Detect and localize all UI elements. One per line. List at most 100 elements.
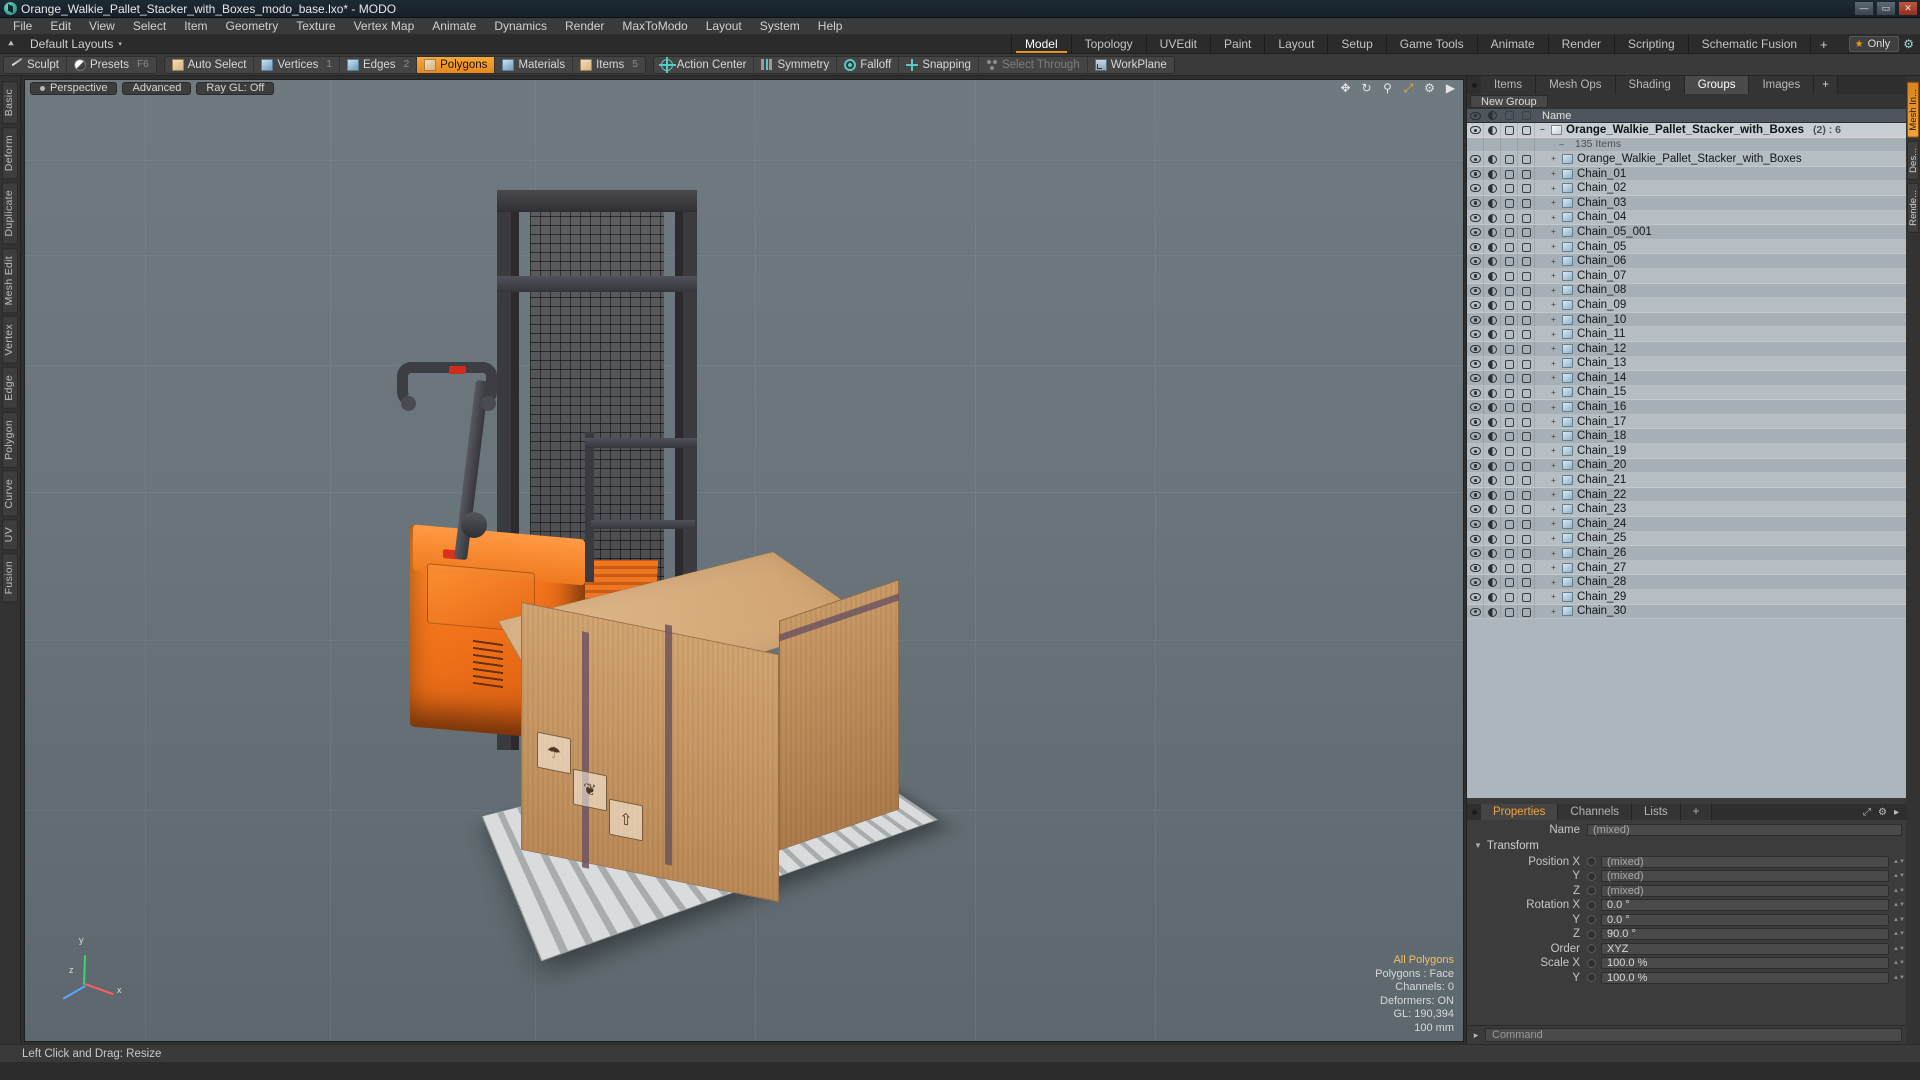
only-toggle-button[interactable]: ★ Only <box>1848 36 1900 52</box>
visibility-toggle[interactable] <box>1467 137 1484 152</box>
shade-toggle[interactable] <box>1484 327 1501 341</box>
visibility-toggle[interactable] <box>1467 429 1484 444</box>
lock-toggle[interactable] <box>1501 604 1518 619</box>
symmetry-button[interactable]: Symmetry <box>754 56 838 73</box>
property-value-field[interactable]: 0.0 ° <box>1601 913 1889 926</box>
expand-icon[interactable]: + <box>1549 300 1558 309</box>
expand-icon[interactable]: + <box>1549 198 1558 207</box>
expand-icon[interactable]: + <box>1549 461 1558 470</box>
col-shade-icon[interactable] <box>1484 109 1501 122</box>
expand-icon[interactable]: + <box>1549 359 1558 368</box>
transform-section-header[interactable]: ▼ Transform <box>1467 838 1906 855</box>
property-key-toggle[interactable] <box>1587 886 1596 896</box>
chevron-icon[interactable]: ▸ <box>1894 807 1899 818</box>
render-toggle[interactable] <box>1518 283 1535 298</box>
visibility-toggle[interactable] <box>1467 604 1484 619</box>
tab-layout[interactable]: Layout <box>1264 35 1328 53</box>
expand-icon[interactable]: + <box>1549 330 1558 339</box>
table-row[interactable]: + Chain_05_001 <box>1467 225 1906 240</box>
render-toggle[interactable] <box>1518 473 1535 487</box>
command-input[interactable]: Command <box>1485 1028 1902 1042</box>
render-toggle[interactable] <box>1518 414 1535 429</box>
table-row[interactable]: + Chain_15 <box>1467 385 1906 401</box>
render-toggle[interactable] <box>1518 210 1535 225</box>
lock-toggle[interactable] <box>1501 312 1518 327</box>
vertices-button[interactable]: Vertices 1 <box>254 56 340 73</box>
lock-toggle[interactable] <box>1501 137 1518 152</box>
shade-toggle[interactable] <box>1484 400 1501 414</box>
lock-toggle[interactable] <box>1501 166 1518 181</box>
property-value-field[interactable]: 100.0 % <box>1601 957 1889 970</box>
render-toggle[interactable] <box>1518 590 1535 604</box>
stepper-icon[interactable]: ▲▼ <box>1893 873 1905 879</box>
shade-toggle[interactable] <box>1484 590 1501 604</box>
tab-paint[interactable]: Paint <box>1210 35 1265 53</box>
render-toggle[interactable] <box>1518 166 1535 181</box>
expand-icon[interactable]: + <box>1549 578 1558 587</box>
render-toggle[interactable] <box>1518 341 1535 356</box>
table-row[interactable]: + Chain_09 <box>1467 298 1906 313</box>
render-toggle[interactable] <box>1518 356 1535 371</box>
lock-toggle[interactable] <box>1501 502 1518 517</box>
shade-toggle[interactable] <box>1484 137 1501 152</box>
viewport-advanced-dropdown[interactable]: Advanced <box>122 81 192 95</box>
stepper-icon[interactable]: ▲▼ <box>1893 931 1905 937</box>
table-row[interactable]: + Chain_02 <box>1467 181 1906 196</box>
property-value-field[interactable]: (mixed) <box>1601 870 1889 883</box>
table-row[interactable]: + Chain_25 <box>1467 531 1906 547</box>
property-key-toggle[interactable] <box>1587 958 1596 968</box>
render-toggle[interactable] <box>1518 458 1535 473</box>
visibility-toggle[interactable] <box>1467 341 1484 356</box>
visibility-toggle[interactable] <box>1467 590 1484 604</box>
gear-icon[interactable]: ⚙ <box>1878 807 1887 818</box>
right-tab-mesh-in[interactable]: Mesh In... <box>1907 82 1919 138</box>
shade-toggle[interactable] <box>1484 254 1501 268</box>
rp-tab-shading[interactable]: Shading <box>1615 76 1685 94</box>
table-row[interactable]: – Orange_Walkie_Pallet_Stacker_with_Boxes… <box>1467 123 1906 138</box>
presets-button[interactable]: Presets F6 <box>67 57 156 73</box>
render-toggle[interactable] <box>1518 239 1535 254</box>
render-toggle[interactable] <box>1518 560 1535 575</box>
property-key-toggle[interactable] <box>1587 857 1596 867</box>
property-key-toggle[interactable] <box>1587 871 1596 881</box>
left-tab-fusion[interactable]: Fusion <box>2 553 18 603</box>
shade-toggle[interactable] <box>1484 195 1501 210</box>
maximize-button[interactable]: ▭ <box>1876 1 1896 16</box>
shade-toggle[interactable] <box>1484 371 1501 385</box>
lock-toggle[interactable] <box>1501 298 1518 312</box>
render-toggle[interactable] <box>1518 298 1535 312</box>
expand-icon[interactable]: + <box>1549 505 1558 514</box>
render-toggle[interactable] <box>1518 604 1535 619</box>
left-tab-curve[interactable]: Curve <box>2 470 18 517</box>
shade-toggle[interactable] <box>1484 575 1501 589</box>
table-row[interactable]: + Chain_26 <box>1467 546 1906 561</box>
visibility-toggle[interactable] <box>1467 268 1484 283</box>
left-tab-vertex[interactable]: Vertex <box>2 316 18 364</box>
lock-toggle[interactable] <box>1501 473 1518 487</box>
shade-toggle[interactable] <box>1484 487 1501 502</box>
table-row[interactable]: + Chain_17 <box>1467 414 1906 430</box>
table-row[interactable]: + Chain_21 <box>1467 473 1906 488</box>
menu-item-item[interactable]: Item <box>175 18 216 35</box>
shade-toggle[interactable] <box>1484 210 1501 225</box>
visibility-toggle[interactable] <box>1467 239 1484 254</box>
shade-toggle[interactable] <box>1484 444 1501 458</box>
expand-icon[interactable]: + <box>1549 169 1558 178</box>
lock-toggle[interactable] <box>1501 385 1518 400</box>
table-row[interactable]: + Chain_20 <box>1467 458 1906 474</box>
lock-toggle[interactable] <box>1501 225 1518 239</box>
properties-menu-dot[interactable] <box>1467 804 1481 820</box>
item-list[interactable]: – Orange_Walkie_Pallet_Stacker_with_Boxes… <box>1467 123 1906 798</box>
expand-icon[interactable]: + <box>1549 592 1558 601</box>
visibility-toggle[interactable] <box>1467 312 1484 327</box>
menu-item-system[interactable]: System <box>751 18 809 35</box>
visibility-toggle[interactable] <box>1467 371 1484 385</box>
rp-tab-items[interactable]: Items <box>1481 76 1537 94</box>
viewport-raygl-dropdown[interactable]: Ray GL: Off <box>196 81 275 95</box>
render-toggle[interactable] <box>1518 225 1535 239</box>
table-row[interactable]: + Chain_10 <box>1467 312 1906 328</box>
tab-schematic-fusion[interactable]: Schematic Fusion <box>1687 35 1811 53</box>
visibility-toggle[interactable] <box>1467 531 1484 546</box>
expand-icon[interactable]: + <box>1549 403 1558 412</box>
visibility-toggle[interactable] <box>1467 210 1484 225</box>
